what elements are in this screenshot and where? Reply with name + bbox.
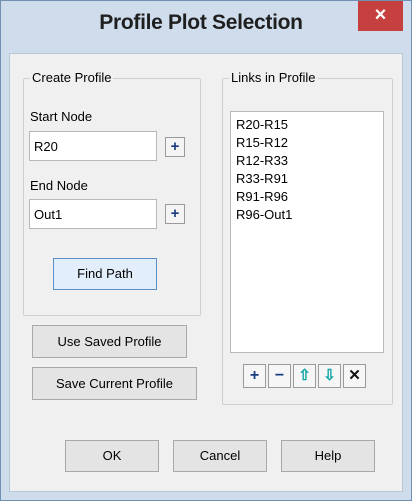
add-link-button[interactable]: + <box>243 364 266 388</box>
close-icon: × <box>374 4 387 26</box>
start-node-label: Start Node <box>30 109 93 124</box>
move-down-button[interactable]: ⇩ <box>318 364 341 388</box>
ok-button[interactable]: OK <box>65 440 159 472</box>
profile-plot-selection-dialog: Profile Plot Selection × Create Profile … <box>0 0 412 501</box>
help-button[interactable]: Help <box>281 440 375 472</box>
move-up-button[interactable]: ⇧ <box>293 364 316 388</box>
create-profile-group: Create Profile Start Node R20 + End Node… <box>23 70 201 316</box>
list-item[interactable]: R91-R96 <box>236 188 378 206</box>
start-node-field[interactable]: R20 <box>29 131 157 161</box>
list-item[interactable]: R15-R12 <box>236 134 378 152</box>
save-current-profile-button[interactable]: Save Current Profile <box>32 367 197 400</box>
end-node-field[interactable]: Out1 <box>29 199 157 229</box>
remove-link-button[interactable]: − <box>268 364 291 388</box>
list-item[interactable]: R20-R15 <box>236 116 378 134</box>
use-saved-profile-button[interactable]: Use Saved Profile <box>32 325 187 358</box>
end-node-add-button[interactable]: + <box>165 204 185 224</box>
links-listbox[interactable]: R20-R15 R15-R12 R12-R33 R33-R91 R91-R96 … <box>230 111 384 353</box>
cancel-button[interactable]: Cancel <box>173 440 267 472</box>
delete-link-button[interactable]: ✕ <box>343 364 366 388</box>
create-profile-group-label: Create Profile <box>30 70 114 85</box>
arrow-up-icon: ⇧ <box>298 367 311 384</box>
list-item[interactable]: R12-R33 <box>236 152 378 170</box>
close-button[interactable]: × <box>358 1 403 31</box>
plus-icon: + <box>170 138 180 155</box>
start-node-add-button[interactable]: + <box>165 137 185 157</box>
arrow-down-icon: ⇩ <box>323 367 336 384</box>
delete-icon: ✕ <box>348 367 361 384</box>
minus-icon: − <box>274 367 285 384</box>
plus-icon: + <box>249 367 260 384</box>
plus-icon: + <box>170 205 180 222</box>
window-title: Profile Plot Selection <box>99 11 303 34</box>
links-in-profile-group: Links in Profile R20-R15 R15-R12 R12-R33… <box>222 70 393 405</box>
list-item[interactable]: R96-Out1 <box>236 206 378 224</box>
title-bar: Profile Plot Selection × <box>1 1 411 53</box>
list-item[interactable]: R33-R91 <box>236 170 378 188</box>
end-node-label: End Node <box>30 178 88 193</box>
dialog-content: Create Profile Start Node R20 + End Node… <box>9 53 403 492</box>
find-path-button[interactable]: Find Path <box>53 258 157 290</box>
links-toolbar: + − ⇧ ⇩ ✕ <box>243 364 373 390</box>
links-in-profile-group-label: Links in Profile <box>229 70 318 85</box>
